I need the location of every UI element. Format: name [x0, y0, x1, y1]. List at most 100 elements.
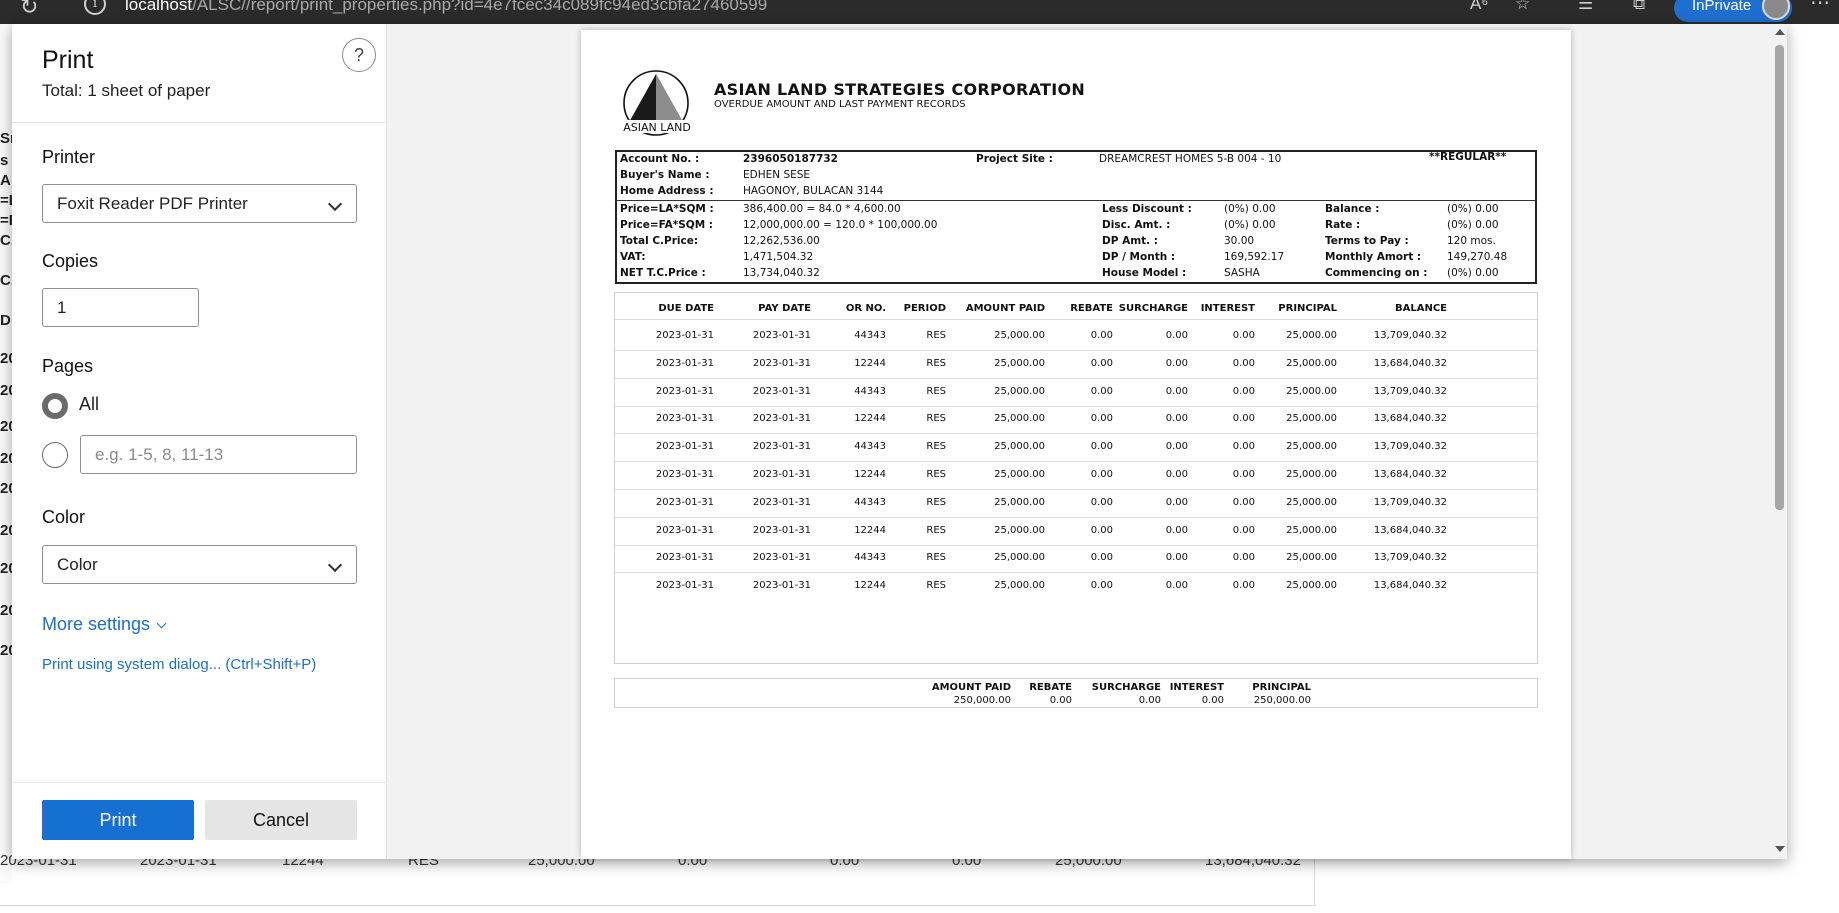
- table-cell: 25,000.00: [994, 496, 1045, 508]
- system-dialog-link[interactable]: Print using system dialog... (Ctrl+Shift…: [42, 656, 316, 673]
- table-cell: 25,000.00: [1286, 357, 1337, 369]
- column-header: REBATE: [1070, 303, 1113, 314]
- totals-header: REBATE: [1029, 682, 1072, 693]
- collections-icon[interactable]: ⧉: [1633, 0, 1645, 14]
- commencing-value: (0%) 0.00: [1447, 267, 1499, 279]
- table-cell: 0.00: [1090, 441, 1113, 453]
- table-cell: 12244: [854, 357, 886, 369]
- row-divider: [615, 377, 1537, 379]
- print-button[interactable]: Print: [42, 800, 194, 840]
- totals-header: INTEREST: [1169, 682, 1224, 693]
- table-cell: 13,709,040.32: [1373, 496, 1447, 508]
- column-header: PERIOD: [903, 303, 946, 314]
- totals-box: [614, 678, 1538, 708]
- table-cell: 0.00: [1232, 580, 1255, 592]
- project-value: DREAMCREST HOMES 5-B 004 - 10: [1099, 153, 1282, 165]
- table-cell: 25,000.00: [994, 385, 1045, 397]
- table-cell: 2023-01-31: [655, 357, 714, 369]
- pages-custom-radio[interactable]: [42, 442, 68, 468]
- table-cell: 0.00: [1165, 524, 1188, 536]
- buyer-label: Buyer's Name :: [620, 169, 710, 181]
- row-divider: [615, 350, 1537, 351]
- cancel-button[interactable]: Cancel: [205, 800, 357, 840]
- background-text-fragment: A: [0, 172, 11, 189]
- color-select[interactable]: Color: [42, 545, 357, 584]
- table-cell: 0.00: [1090, 580, 1113, 592]
- row-divider: [615, 405, 1537, 407]
- favorite-add-icon[interactable]: ☆: [1515, 0, 1530, 14]
- table-cell: 13,709,040.32: [1373, 385, 1447, 397]
- table-cell: 2023-01-31: [752, 357, 811, 369]
- table-cell: 25,000.00: [994, 413, 1045, 425]
- table-cell: RES: [926, 496, 946, 508]
- less-discount-label: Less Discount :: [1102, 203, 1192, 215]
- disc-amt-value: (0%) 0.00: [1224, 219, 1276, 231]
- table-cell: 25,000.00: [994, 330, 1045, 341]
- total-cprice-label: Total C.Price:: [620, 235, 699, 247]
- totals-value: 250,000.00: [1253, 695, 1311, 706]
- table-cell: 25,000.00: [994, 469, 1045, 480]
- row-divider: [615, 489, 1537, 490]
- row-divider: [615, 544, 1537, 546]
- table-cell: 0.00: [1165, 385, 1188, 397]
- preview-scrollbar[interactable]: [1772, 24, 1787, 859]
- background-text-fragment: D: [0, 312, 11, 329]
- read-aloud-icon[interactable]: A⁶: [1470, 0, 1488, 14]
- buyer-value: EDHEN SESE: [743, 169, 811, 181]
- url-path: /ALSC//report/print_properties.php?id=4e…: [192, 0, 768, 14]
- table-cell: 12244: [854, 469, 886, 480]
- address-bar[interactable]: localhost/ALSC//report/print_properties.…: [125, 0, 767, 15]
- table-cell: 0.00: [1232, 524, 1255, 536]
- scroll-up-arrow[interactable]: [1775, 29, 1785, 35]
- pages-all-radio[interactable]: [42, 393, 68, 419]
- scroll-thumb[interactable]: [1775, 45, 1784, 510]
- regular-tag: **REGULAR**: [1429, 151, 1507, 163]
- table-cell: 0.00: [1165, 552, 1188, 564]
- chevron-down-icon: [156, 618, 167, 629]
- pages-range-input[interactable]: e.g. 1-5, 8, 11-13: [80, 435, 357, 474]
- table-cell: RES: [926, 385, 946, 397]
- table-cell: RES: [926, 357, 946, 369]
- table-cell: 25,000.00: [994, 580, 1045, 592]
- printer-select[interactable]: Foxit Reader PDF Printer: [42, 184, 357, 223]
- table-cell: 0.00: [1090, 524, 1113, 536]
- table-cell: 2023-01-31: [655, 385, 714, 397]
- table-cell: 2023-01-31: [655, 413, 714, 425]
- commencing-label: Commencing on :: [1325, 267, 1428, 279]
- table-cell: 0.00: [1232, 357, 1255, 369]
- table-cell: 25,000.00: [1286, 441, 1337, 453]
- more-icon[interactable]: ⋯: [1810, 0, 1830, 15]
- price-la-label: Price=LA*SQM :: [620, 203, 714, 215]
- scroll-down-arrow[interactable]: [1775, 846, 1785, 852]
- table-cell: 2023-01-31: [752, 385, 811, 397]
- price-fa-value: 12,000,000.00 = 120.0 * 100,000.00: [743, 219, 938, 231]
- table-cell: 0.00: [1165, 496, 1188, 508]
- disc-amt-label: Disc. Amt. :: [1102, 219, 1171, 231]
- column-header: INTEREST: [1200, 303, 1255, 314]
- vat-value: 1,471,504.32: [743, 251, 814, 263]
- pages-all-label: All: [79, 394, 100, 414]
- table-cell: 2023-01-31: [655, 580, 714, 592]
- help-icon[interactable]: ?: [342, 38, 376, 72]
- pages-label: Pages: [42, 356, 94, 376]
- table-cell: 13,684,040.32: [1373, 469, 1447, 480]
- account-value: 2396050187732: [743, 153, 838, 165]
- table-cell: 25,000.00: [994, 524, 1045, 536]
- table-cell: 25,000.00: [1286, 552, 1337, 564]
- favorites-icon[interactable]: ☰: [1578, 0, 1593, 14]
- column-header: OR NO.: [845, 303, 886, 314]
- table-cell: 0.00: [1232, 496, 1255, 508]
- info-icon[interactable]: i: [84, 0, 106, 15]
- project-label: Project Site :: [976, 153, 1053, 165]
- table-cell: 25,000.00: [1286, 580, 1337, 592]
- more-settings-link[interactable]: More settings: [42, 614, 167, 635]
- refresh-icon[interactable]: ↻: [20, 0, 38, 20]
- copies-input[interactable]: 1: [42, 288, 199, 327]
- table-cell: 0.00: [1232, 441, 1255, 453]
- more-settings-label: More settings: [42, 614, 151, 634]
- totals-header: AMOUNT PAID: [931, 682, 1011, 693]
- background-divider: [0, 905, 1316, 906]
- house-model-value: SASHA: [1224, 267, 1260, 279]
- printer-value: Foxit Reader PDF Printer: [57, 194, 248, 213]
- info-divider: [615, 200, 1537, 201]
